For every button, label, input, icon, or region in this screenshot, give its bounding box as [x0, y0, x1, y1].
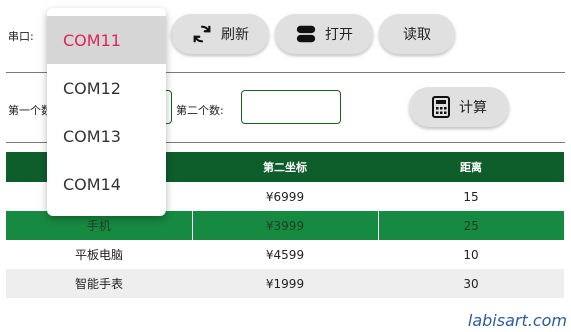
table-cell: ¥3999	[191, 211, 378, 240]
calculate-button[interactable]: 计算	[409, 87, 509, 127]
table-cell: 智能手表	[6, 269, 192, 298]
table-cell: ¥4599	[192, 240, 378, 269]
port-option-com14[interactable]: COM14	[47, 160, 166, 208]
port-option-com13[interactable]: COM13	[47, 112, 166, 160]
refresh-icon	[191, 23, 213, 45]
table-cell: 10	[378, 240, 564, 269]
second-number-input[interactable]	[241, 90, 341, 124]
calculator-icon	[431, 96, 451, 118]
second-number-label: 第二个数:	[176, 104, 224, 117]
table-cell: 平板电脑	[6, 240, 192, 269]
port-label: 串口:	[8, 30, 34, 43]
table-row[interactable]: 智能手表 ¥1999 30	[6, 269, 564, 298]
table-cell: 30	[378, 269, 564, 298]
read-label: 读取	[403, 27, 431, 43]
port-option-com11[interactable]: COM11	[47, 16, 166, 64]
port-dropdown-menu[interactable]: COM11 COM12 COM13 COM14	[47, 8, 166, 216]
column-header: 第二坐标	[192, 152, 378, 182]
open-label: 打开	[325, 27, 353, 43]
column-header: 距离	[378, 152, 564, 182]
open-button[interactable]: 打开	[275, 14, 373, 54]
toggle-icon	[295, 23, 317, 45]
table-row[interactable]: 平板电脑 ¥4599 10	[6, 240, 564, 269]
watermark: labisart.com	[467, 311, 567, 330]
table-cell: ¥6999	[192, 182, 378, 211]
first-number-label: 第一个数	[8, 104, 52, 117]
refresh-label: 刷新	[221, 27, 249, 43]
table-cell: ¥1999	[192, 269, 378, 298]
port-option-com12[interactable]: COM12	[47, 64, 166, 112]
read-button[interactable]: 读取	[379, 14, 455, 54]
refresh-button[interactable]: 刷新	[171, 14, 269, 54]
table-cell: 25	[377, 211, 564, 240]
table-cell: 15	[378, 182, 564, 211]
calculate-label: 计算	[459, 100, 487, 116]
